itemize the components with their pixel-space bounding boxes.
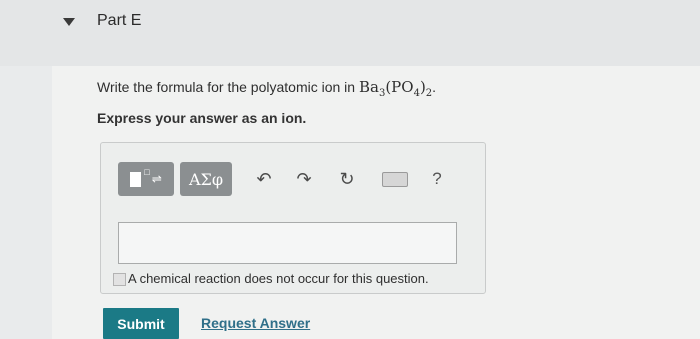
redo-icon[interactable]: ↷ xyxy=(290,162,318,196)
formula: Ba3(PO4)2 xyxy=(358,78,433,99)
no-reaction-label[interactable]: A chemical reaction does not occur for t… xyxy=(128,271,429,286)
help-icon[interactable]: ? xyxy=(423,162,451,196)
template-small-box-icon: □ xyxy=(144,167,150,177)
greek-symbols-button[interactable]: ΑΣφ xyxy=(180,162,232,196)
question-prefix: Write the formula for the polyatomic ion… xyxy=(97,79,359,95)
template-icon xyxy=(130,171,142,187)
question-text: Write the formula for the polyatomic ion… xyxy=(97,78,436,99)
reset-icon[interactable]: ↻ xyxy=(333,162,361,196)
collapse-caret-icon[interactable] xyxy=(63,18,75,26)
keyboard-icon xyxy=(382,171,408,187)
math-toolbar: □ ⇌ ΑΣφ ↶ ↷ ↻ ? xyxy=(118,162,468,198)
answer-input[interactable] xyxy=(118,222,457,264)
question-suffix: . xyxy=(432,79,437,95)
template-button[interactable]: □ ⇌ xyxy=(118,162,174,196)
answer-instruction: Express your answer as an ion. xyxy=(97,110,307,126)
keyboard-button[interactable] xyxy=(380,162,410,196)
undo-icon[interactable]: ↶ xyxy=(250,162,278,196)
submit-button[interactable]: Submit xyxy=(103,308,179,339)
part-title: Part E xyxy=(97,12,142,29)
part-header[interactable]: Part E xyxy=(0,0,700,66)
no-reaction-checkbox[interactable] xyxy=(113,273,126,286)
request-answer-link[interactable]: Request Answer xyxy=(201,315,310,331)
arrows-icon: ⇌ xyxy=(151,172,162,186)
